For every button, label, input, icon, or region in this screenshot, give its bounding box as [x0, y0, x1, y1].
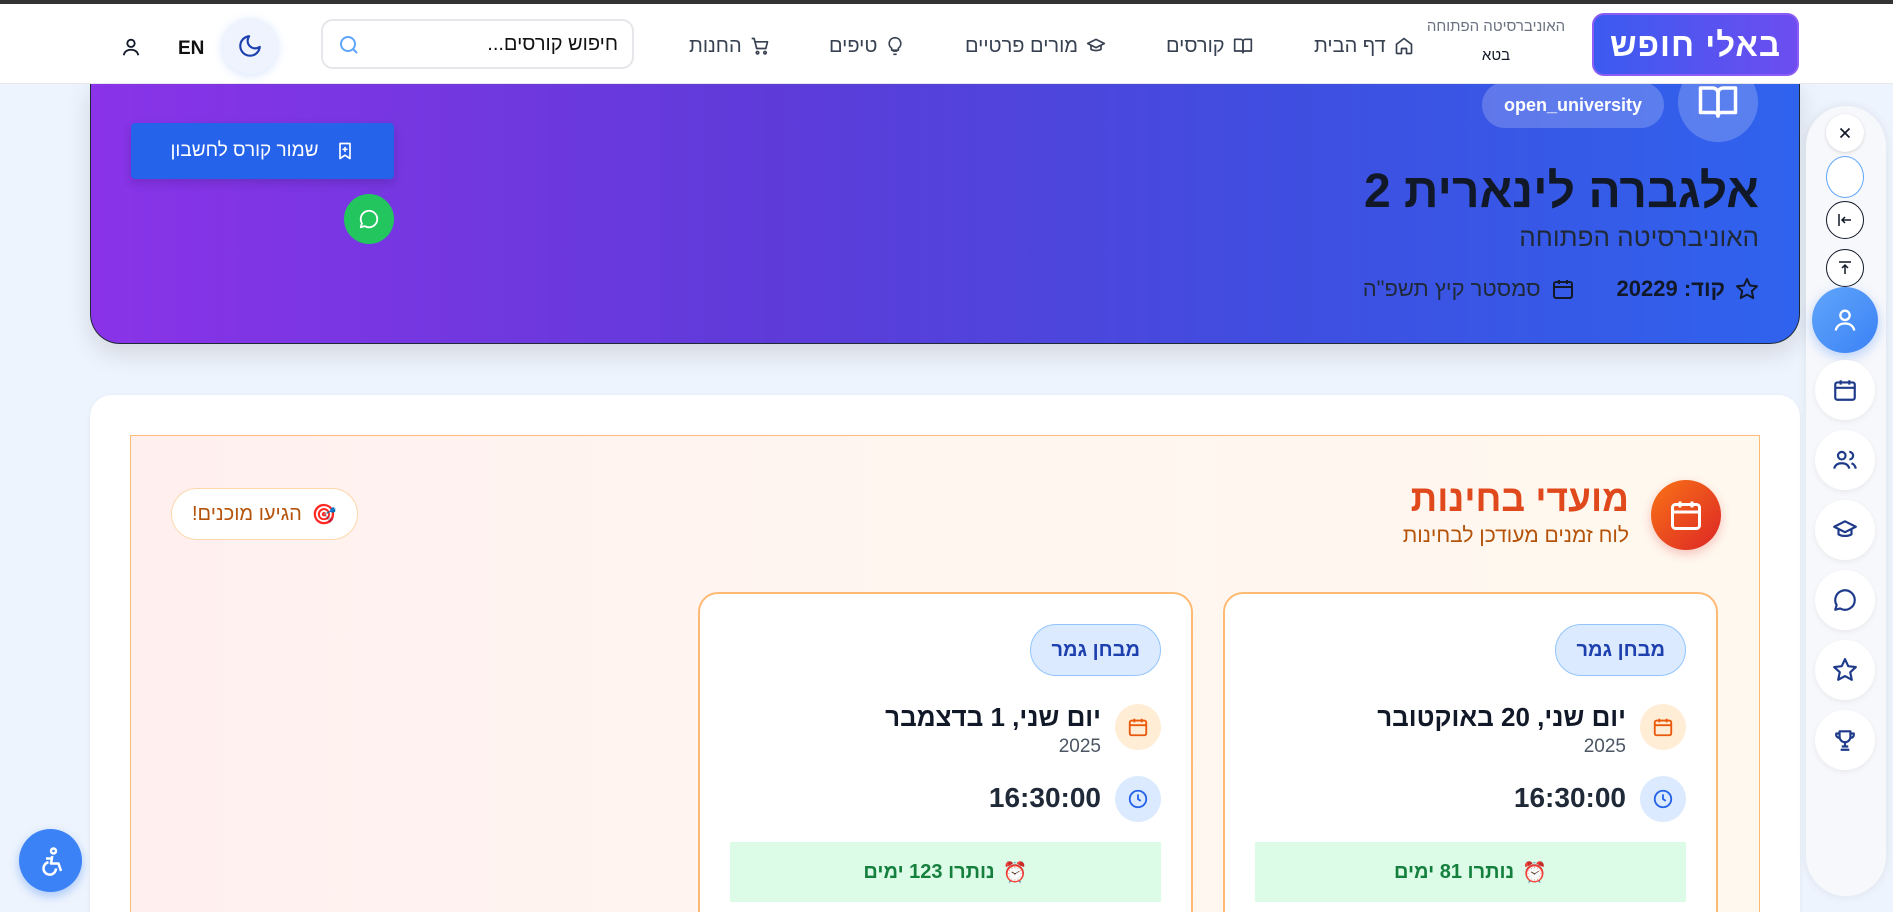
course-code-text: קוד: 20229 [1616, 276, 1725, 301]
clock-icon [1640, 776, 1686, 822]
scroll-top-icon [1839, 261, 1851, 274]
course-semester-text: סמסטר קיץ תשפ"ה [1362, 276, 1541, 301]
collapse-sidebar-button[interactable] [1826, 201, 1864, 239]
graduation-cap-icon [1833, 520, 1857, 538]
book-icon [1233, 38, 1252, 54]
exam-date: יום שני, 1 בדצמבר [885, 702, 1101, 732]
exam-time: 16:30:00 [1513, 782, 1626, 813]
exam-type-badge: מבחן גמר [1030, 624, 1161, 676]
rail-courses-button[interactable] [1815, 500, 1875, 560]
top-navbar: באלי חופש האוניברסיטה הפתוחה בטא דף הבית… [0, 4, 1893, 84]
exam-year: 2025 [1058, 736, 1101, 757]
alarm-clock-icon: ⏰ [1522, 861, 1548, 884]
moon-icon [239, 35, 261, 57]
theme-toggle-button[interactable] [222, 18, 278, 74]
nav-private-tutors-label: מורים פרטיים [965, 34, 1079, 57]
exam-section-title: מועדי בחינות [1410, 478, 1629, 519]
clock-icon [1115, 776, 1161, 822]
save-course-label: שמור קורס לחשבון [170, 140, 319, 161]
exam-time: 16:30:00 [988, 782, 1101, 813]
save-course-button[interactable]: שמור קורס לחשבון [131, 123, 394, 179]
be-ready-label: הגיעו מוכנים! [192, 502, 302, 525]
search-box [321, 19, 634, 69]
nav-home[interactable]: דף הבית [1314, 32, 1414, 60]
nav-courses-label: קורסים [1166, 34, 1225, 57]
search-icon[interactable] [337, 33, 361, 57]
rail-favorites-button[interactable] [1815, 640, 1875, 700]
language-toggle[interactable]: EN [178, 38, 204, 60]
scroll-top-button[interactable] [1826, 249, 1864, 287]
nav-tips-label: טיפים [829, 34, 878, 57]
accessibility-icon [41, 846, 62, 876]
days-remaining-text: נותרו 81 ימים [1393, 860, 1515, 883]
nav-home-label: דף הבית [1314, 34, 1386, 57]
university-name: האוניברסיטה הפתוחה [1426, 18, 1566, 35]
course-semester: סמסטר קיץ תשפ"ה [1363, 276, 1575, 302]
calendar-icon [1651, 480, 1721, 550]
beta-label: בטא [1481, 47, 1511, 64]
course-title: אלגברה לינארית 2 [1363, 165, 1759, 218]
target-icon: 🎯 [311, 503, 337, 526]
chat-icon [359, 209, 379, 229]
calendar-icon [1834, 380, 1856, 401]
course-meta: קוד: 20229 סמסטר קיץ תשפ"ה [1363, 274, 1759, 304]
trophy-icon [1835, 730, 1855, 751]
rail-users-button[interactable] [1815, 430, 1875, 490]
nav-private-tutors[interactable]: מורים פרטיים [965, 32, 1106, 60]
whatsapp-chat-button[interactable] [344, 194, 394, 244]
calendar-icon [1115, 704, 1161, 750]
course-code: קוד: 20229 [1617, 276, 1759, 302]
user-icon [1834, 309, 1856, 331]
graduation-cap-icon [1086, 38, 1106, 52]
nav-shop-label: החנות [689, 34, 742, 57]
days-remaining-text: נותרו 123 ימים [863, 860, 995, 883]
calendar-icon [1640, 704, 1686, 750]
bookmark-plus-icon [338, 142, 351, 160]
close-icon [1839, 127, 1851, 139]
course-institution-tag: open_university [1482, 82, 1665, 128]
star-icon[interactable] [1735, 277, 1759, 301]
exam-section-subtitle: לוח זמנים מעודכן לבחינות [1402, 524, 1629, 547]
user-icon[interactable] [120, 36, 142, 58]
be-ready-badge: 🎯 הגיעו מוכנים! [171, 488, 358, 540]
profile-button[interactable] [1812, 287, 1878, 353]
rail-achievements-button[interactable] [1815, 710, 1875, 770]
nav-shop[interactable]: החנות [689, 32, 770, 60]
collapse-icon [1838, 214, 1851, 226]
exam-card: מבחן גמר יום שני, 1 בדצמבר 2025 16:30:00… [698, 592, 1193, 912]
exam-type-badge: מבחן גמר [1555, 624, 1686, 676]
star-icon [1833, 658, 1857, 681]
course-hero-banner: open_university אלגברה לינארית 2 האוניבר… [90, 80, 1800, 344]
close-sidebar-button[interactable] [1826, 114, 1864, 152]
days-remaining: ⏰ נותרו 81 ימים [1255, 842, 1686, 902]
university-info: האוניברסיטה הפתוחה בטא [1420, 18, 1572, 64]
course-content-card: מועדי בחינות לוח זמנים מעודכן לבחינות 🎯 … [90, 395, 1800, 912]
brand-logo-button[interactable]: באלי חופש [1592, 13, 1799, 76]
sidebar-empty-slot[interactable] [1826, 156, 1864, 198]
lightbulb-icon [888, 36, 903, 56]
rail-chat-button[interactable] [1815, 570, 1875, 630]
nav-tips[interactable]: טיפים [829, 32, 905, 60]
exam-year: 2025 [1583, 736, 1626, 757]
rail-calendar-button[interactable] [1815, 360, 1875, 420]
search-input[interactable] [378, 31, 618, 57]
users-icon [1833, 450, 1857, 469]
course-university: האוניברסיטה הפתוחה [1519, 222, 1759, 252]
home-icon [1395, 37, 1413, 55]
exam-card: מבחן גמר יום שני, 20 באוקטובר 2025 16:30… [1223, 592, 1718, 912]
cart-icon [751, 37, 768, 55]
exam-date: יום שני, 20 באוקטובר [1377, 702, 1626, 732]
accessibility-button[interactable] [19, 829, 82, 892]
book-icon [1678, 80, 1758, 142]
chat-icon [1834, 589, 1856, 611]
calendar-icon [1552, 280, 1573, 299]
exam-dates-section: מועדי בחינות לוח זמנים מעודכן לבחינות 🎯 … [130, 435, 1760, 912]
days-remaining: ⏰ נותרו 123 ימים [730, 842, 1161, 902]
alarm-clock-icon: ⏰ [1002, 861, 1028, 884]
nav-courses[interactable]: קורסים [1166, 32, 1253, 60]
